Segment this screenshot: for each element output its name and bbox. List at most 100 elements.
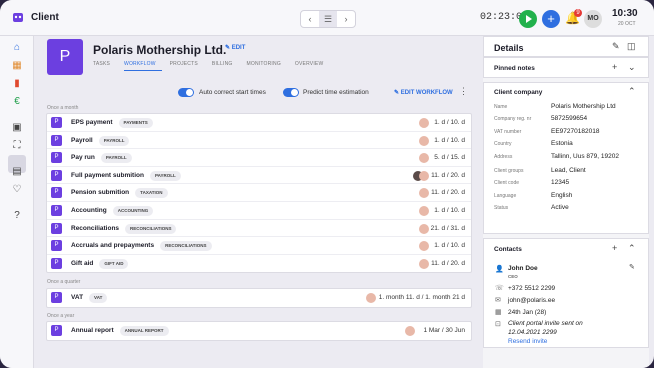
euro-icon[interactable]: € <box>11 96 23 108</box>
add-contact-icon[interactable]: + <box>612 243 617 253</box>
assignee-avatar[interactable] <box>419 258 429 269</box>
task-tag: PAYROLL <box>98 135 130 146</box>
top-bar: Client ‹ ☰ › 02:23:00 + 🔔 9 MO 10:30 20 … <box>0 0 654 36</box>
resend-invite-link[interactable]: Resend invite <box>508 338 547 345</box>
person-icon: 👤 <box>495 266 504 273</box>
play-icon[interactable] <box>519 10 537 28</box>
help-icon[interactable]: ? <box>11 210 23 222</box>
back-icon[interactable]: ‹ <box>301 11 319 27</box>
quarterly-card: P VAT VAT 1. month 11. d / 1. month 21 d <box>46 288 472 308</box>
collapse-panel-icon[interactable]: ◫ <box>627 41 636 52</box>
edit-workflow-button[interactable]: ✎ EDIT WORKFLOW <box>394 89 453 96</box>
pinned-notes-section[interactable]: Pinned notes + ⌄ <box>483 57 649 78</box>
more-icon[interactable]: ⋮ <box>459 86 468 97</box>
clock: 10:30 <box>612 8 638 19</box>
task-row[interactable]: P Accruals and prepayments RECONCILIATIONS… <box>47 237 471 255</box>
clients-icon[interactable]: ▣ <box>11 122 23 134</box>
client-company-title: Client company <box>494 89 543 96</box>
pencil-icon: ✎ <box>225 45 232 51</box>
edit-icon[interactable]: ✎ <box>612 41 620 52</box>
client-badge: P <box>51 325 62 336</box>
predict-toggle[interactable] <box>283 88 299 97</box>
tab-monitoring[interactable]: MONITORING <box>247 61 287 71</box>
task-name: Accounting <box>71 206 107 214</box>
add-button[interactable]: + <box>542 10 560 28</box>
task-due: 1. d / 10. d <box>434 242 465 250</box>
chart-icon[interactable]: ▮ <box>11 78 23 90</box>
auto-correct-toggle[interactable] <box>178 88 194 97</box>
phone-icon: ☏ <box>495 285 504 292</box>
task-tag: TAXATION <box>135 188 168 199</box>
client-tabs: TASKS WORKFLOW PROJECTS BILLING MONITORI… <box>93 61 337 71</box>
calendar-icon[interactable]: ▦ <box>11 60 23 72</box>
task-name: VAT <box>71 294 84 301</box>
app-logo-icon <box>13 13 23 22</box>
contact-phone[interactable]: +372 5512 2299 <box>508 285 555 292</box>
chevron-up-icon[interactable]: ⌃ <box>628 86 636 97</box>
assignee-avatar[interactable] <box>419 223 429 234</box>
chevron-down-icon[interactable]: ⌄ <box>628 62 636 73</box>
task-due: 1. d / 10. d <box>434 206 465 214</box>
contacts-title: Contacts <box>494 246 522 253</box>
assignee-avatar[interactable] <box>419 118 429 128</box>
task-name: EPS payment <box>71 119 113 126</box>
task-row[interactable]: P Accounting ACCOUNTING 1. d / 10. d <box>47 202 471 220</box>
assignee-avatar[interactable] <box>419 188 429 199</box>
edit-client-button[interactable]: ✎ EDIT <box>225 44 245 51</box>
task-row[interactable]: P Full payment submition PAYROLL 11. d / 20… <box>47 167 471 185</box>
forward-icon[interactable]: › <box>337 11 355 27</box>
chevron-up-icon[interactable]: ⌃ <box>628 243 636 254</box>
tab-tasks[interactable]: TASKS <box>93 61 116 71</box>
assignee-avatar[interactable] <box>405 326 415 336</box>
tab-projects[interactable]: PROJECTS <box>170 61 204 71</box>
task-tag: GIFT AID <box>99 258 129 269</box>
app-window: Client ‹ ☰ › 02:23:00 + 🔔 9 MO 10:30 20 … <box>0 0 654 368</box>
assignee-avatar[interactable] <box>366 293 376 303</box>
client-badge: P <box>51 152 62 164</box>
assignee-avatar[interactable] <box>419 153 429 164</box>
task-name: Accruals and prepayments <box>71 242 155 250</box>
client-name: Polaris Mothership Ltd. <box>93 43 227 57</box>
main-content: P Polaris Mothership Ltd. ✎ EDIT TASKS W… <box>34 36 476 368</box>
task-due: 11. d / 20. d <box>431 171 465 179</box>
clipboard-icon[interactable]: ▤ <box>11 166 23 178</box>
task-name: Full payment submition <box>71 171 144 179</box>
contact-email[interactable]: john@polaris.ee <box>508 297 555 304</box>
task-tag: PAYMENTS <box>118 118 153 128</box>
assignee-avatar[interactable] <box>419 135 429 146</box>
user-avatar[interactable]: MO <box>584 10 602 28</box>
assignee-avatar[interactable] <box>419 170 429 181</box>
field-value: EE97270182018 <box>551 127 600 135</box>
task-row[interactable]: P VAT VAT 1. month 11. d / 1. month 21 d <box>47 289 471 307</box>
task-due: 21. d / 31. d <box>430 224 465 232</box>
scan-icon[interactable]: ⛶ <box>11 140 23 152</box>
heart-icon[interactable]: ♡ <box>11 184 23 196</box>
field-key: Company reg. nr <box>494 116 532 123</box>
task-row[interactable]: P Payroll PAYROLL 1. d / 10. d <box>47 132 471 150</box>
edit-contact-icon[interactable]: ✎ <box>629 263 635 271</box>
task-row[interactable]: P Pension submition TAXATION 11. d / 20. d <box>47 184 471 202</box>
task-row[interactable]: P Gift aid GIFT AID 11. d / 20. d <box>47 255 471 273</box>
tab-billing[interactable]: BILLING <box>212 61 239 71</box>
task-row[interactable]: P Pay run PAYROLL 5. d / 15. d <box>47 149 471 167</box>
home-icon[interactable]: ⌂ <box>11 42 23 54</box>
section-quarterly: Once a quarter <box>47 279 81 285</box>
task-due: 11. d / 20. d <box>431 259 465 267</box>
tab-overview[interactable]: OVERVIEW <box>295 61 329 71</box>
assignee-avatar[interactable] <box>419 205 429 216</box>
date: 20 OCT <box>618 21 636 27</box>
notification-badge: 9 <box>574 9 582 17</box>
assignee-avatar[interactable] <box>419 241 429 252</box>
list-icon[interactable]: ☰ <box>319 11 337 27</box>
details-header: Details ✎ ◫ <box>483 36 649 57</box>
yearly-card: P Annual report ANNUAL REPORT 1 Mar / 30 Ju… <box>46 321 472 341</box>
task-row[interactable]: P Reconciliations RECONCILIATIONS 21. d / 3… <box>47 220 471 238</box>
birthday-icon: ▦ <box>495 309 502 316</box>
task-row[interactable]: P Annual report ANNUAL REPORT 1 Mar / 30 Ju… <box>47 322 471 340</box>
tab-workflow[interactable]: WORKFLOW <box>124 61 162 71</box>
client-badge: P <box>51 187 62 199</box>
task-row[interactable]: P EPS payment PAYMENTS 1. d / 10. d <box>47 114 471 132</box>
client-badge: P <box>51 292 62 303</box>
field-key: Name <box>494 104 508 110</box>
add-note-icon[interactable]: + <box>612 62 617 72</box>
